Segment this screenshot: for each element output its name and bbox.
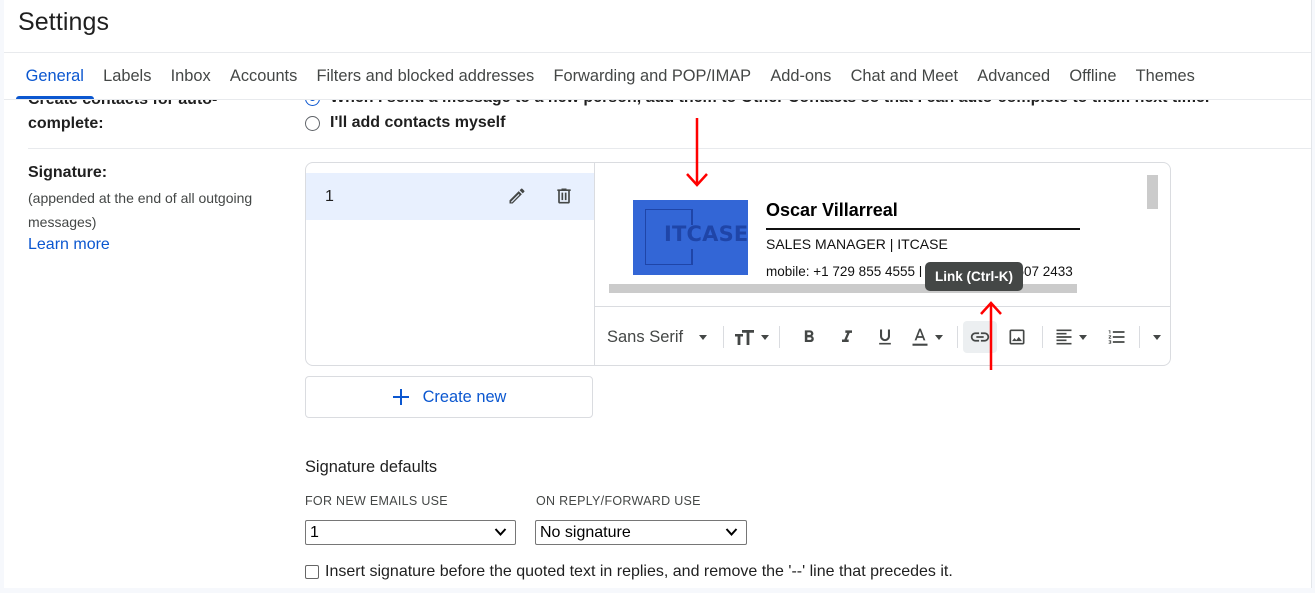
tab-chat-meet[interactable]: Chat and Meet (841, 53, 968, 99)
font-size-button[interactable] (733, 321, 769, 353)
signature-name: 1 (325, 187, 334, 205)
vertical-scrollbar[interactable] (1147, 175, 1158, 209)
logo-text: ITCASE (664, 222, 749, 246)
caret-down-icon (699, 334, 708, 340)
checkbox-label: Insert signature before the quoted text … (325, 563, 953, 580)
page-title: Settings (18, 8, 110, 36)
signature-description: (appended at the end of all outgoing mes… (28, 190, 253, 230)
font-family-value: Sans Serif (607, 327, 684, 346)
signature-defaults-title: Signature defaults (305, 458, 438, 476)
underline-button[interactable] (872, 321, 898, 353)
signature-list: 1 (306, 163, 595, 365)
underline-icon (879, 329, 891, 345)
annotation-arrow-up-icon (980, 301, 1002, 370)
toolbar-separator (1139, 326, 1140, 348)
signature-rule (766, 228, 1080, 230)
caret-down-icon (935, 334, 943, 340)
company-logo: ITCASE (633, 200, 748, 275)
caret-down-icon (1153, 334, 1161, 340)
toolbar-separator (779, 326, 780, 348)
font-family-dropdown[interactable]: Sans Serif (607, 321, 708, 353)
bold-button[interactable] (796, 321, 822, 353)
more-formatting-button[interactable] (1149, 321, 1165, 353)
text-color-button[interactable] (910, 321, 943, 353)
select-value: No signature (540, 523, 631, 541)
caret-down-icon (1079, 334, 1087, 340)
signature-person-name: Oscar Villarreal (766, 200, 898, 220)
signature-job-title: SALES MANAGER | ITCASE (766, 236, 948, 252)
radio-button-checked[interactable] (305, 100, 320, 106)
signature-label: Signature: (28, 164, 108, 181)
insert-before-quoted-option[interactable]: Insert signature before the quoted text … (305, 563, 953, 581)
italic-button[interactable] (834, 321, 860, 353)
bold-icon (804, 330, 814, 342)
new-emails-signature-select[interactable]: 1 (305, 520, 516, 545)
signature-list-item[interactable]: 1 (306, 173, 594, 220)
learn-more-link[interactable]: Learn more (28, 233, 110, 257)
toolbar-separator (957, 326, 958, 348)
tab-add-ons[interactable]: Add-ons (761, 53, 841, 99)
tab-filters[interactable]: Filters and blocked addresses (307, 53, 544, 99)
link-tooltip: Link (Ctrl-K) (925, 262, 1023, 291)
numbered-list-button[interactable] (1104, 321, 1130, 353)
tab-general[interactable]: General (16, 53, 94, 99)
logo-frame (691, 249, 693, 265)
delete-signature-button[interactable] (551, 183, 577, 209)
edit-signature-button[interactable] (504, 183, 530, 209)
insert-image-button[interactable] (1004, 321, 1030, 353)
contacts-option-auto[interactable]: When I send a message to a new person, a… (305, 100, 1209, 107)
create-new-signature-button[interactable]: Create new (305, 376, 593, 418)
tab-accounts[interactable]: Accounts (220, 53, 307, 99)
contacts-option-manual[interactable]: I'll add contacts myself (305, 114, 505, 132)
tab-advanced[interactable]: Advanced (968, 53, 1060, 99)
italic-icon (842, 330, 852, 342)
plus-icon (392, 389, 409, 405)
contacts-label: Create contacts for auto-complete: (28, 100, 217, 132)
create-new-label: Create new (422, 387, 507, 406)
select-value: 1 (310, 523, 319, 541)
signature-box: 1 ITCASE Oscar Villarreal SALES MANAGER … (305, 162, 1171, 366)
chevron-down-icon (725, 528, 738, 536)
settings-content: Create contacts for auto-complete: When … (4, 100, 1311, 588)
settings-tabs: General Labels Inbox Accounts Filters an… (16, 53, 1204, 99)
caret-down-icon (761, 334, 769, 340)
radio-label: I'll add contacts myself (330, 114, 506, 131)
tab-forwarding[interactable]: Forwarding and POP/IMAP (544, 53, 761, 99)
numbered-list-icon (1108, 330, 1125, 344)
text-color-icon (912, 328, 928, 346)
align-left-icon (1056, 329, 1072, 345)
tab-inbox[interactable]: Inbox (161, 53, 220, 99)
tab-themes[interactable]: Themes (1126, 53, 1204, 99)
settings-panel: Settings General Labels Inbox Accounts F… (4, 0, 1312, 588)
tab-offline[interactable]: Offline (1060, 53, 1126, 99)
radio-label: When I send a message to a new person, a… (330, 100, 1209, 107)
chevron-down-icon (494, 528, 507, 536)
reply-forward-signature-select[interactable]: No signature (535, 520, 747, 545)
divider (4, 99, 1311, 100)
annotation-arrow-down-icon (686, 118, 708, 187)
align-button[interactable] (1054, 321, 1087, 353)
insert-before-quoted-checkbox[interactable] (305, 565, 319, 579)
reply-forward-label: ON REPLY/FORWARD USE (536, 494, 701, 508)
pencil-icon (509, 188, 525, 204)
toolbar-separator (1042, 326, 1043, 348)
formatting-toolbar: Sans Serif (595, 308, 1170, 365)
radio-button[interactable] (305, 115, 320, 131)
signature-contact-line: mobile: +1 729 855 4555 | phone: +1 728 … (766, 264, 1073, 277)
new-emails-label: FOR NEW EMAILS USE (305, 494, 448, 508)
tab-labels[interactable]: Labels (94, 53, 162, 99)
font-size-icon (735, 330, 754, 345)
divider (28, 148, 1311, 149)
image-icon (1009, 329, 1025, 345)
trash-icon (557, 188, 571, 204)
toolbar-separator (723, 326, 724, 348)
